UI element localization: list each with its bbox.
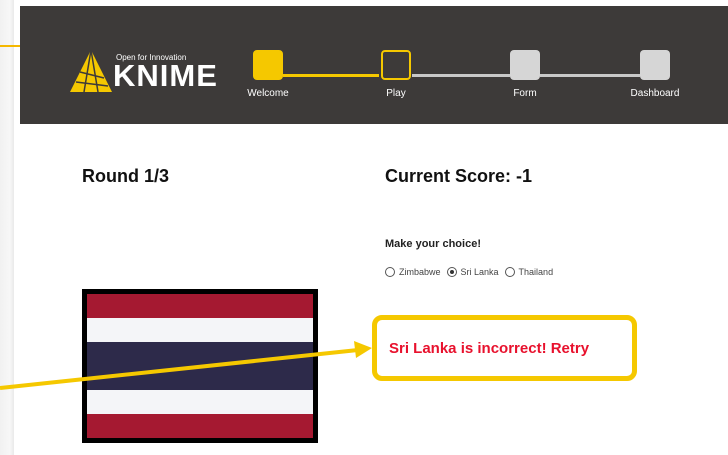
callout-arrow-icon <box>0 341 372 390</box>
